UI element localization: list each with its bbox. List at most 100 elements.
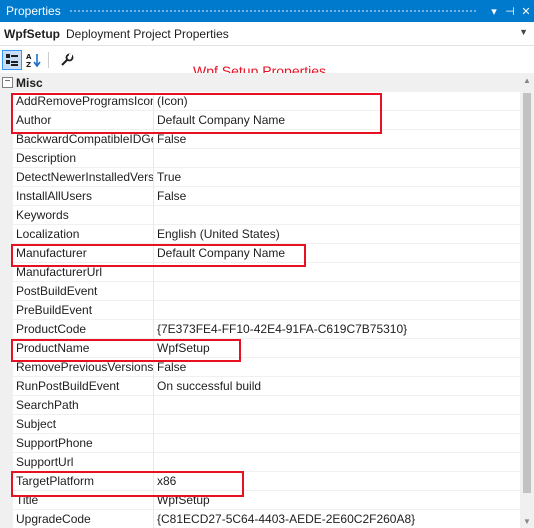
row-gutter [0,491,13,510]
window-title: Properties [6,4,61,18]
property-value[interactable] [154,149,520,168]
object-name: WpfSetup [4,26,60,41]
property-row[interactable]: BackwardCompatibleIDGenerationFalse [0,130,520,149]
property-name[interactable]: AddRemoveProgramsIcon [13,92,154,111]
property-name[interactable]: UpgradeCode [13,510,154,528]
property-name[interactable]: Localization [13,225,154,244]
alphabetical-icon[interactable]: A Z [24,50,44,70]
property-value[interactable]: Default Company Name [154,244,520,263]
property-name[interactable]: SearchPath [13,396,154,415]
vertical-scrollbar[interactable]: ▲ ▼ [520,73,534,528]
property-row[interactable]: AddRemoveProgramsIcon (Icon) [0,92,520,111]
property-row[interactable]: Description [0,149,520,168]
property-name[interactable]: TargetPlatform [13,472,154,491]
property-value[interactable] [154,263,520,282]
row-gutter [0,149,13,168]
property-value[interactable] [154,301,520,320]
svg-text:Z: Z [26,61,31,68]
row-gutter [0,415,13,434]
row-gutter [0,510,13,528]
property-value[interactable]: On successful build [154,377,520,396]
row-gutter [0,187,13,206]
property-name[interactable]: Author [13,111,154,130]
property-row[interactable]: RemovePreviousVersions False [0,358,520,377]
property-row[interactable]: Title WpfSetup [0,491,520,510]
property-row[interactable]: SupportPhone [0,434,520,453]
property-value[interactable]: Default Company Name [154,111,520,130]
property-name[interactable]: ProductName [13,339,154,358]
property-name[interactable]: Subject [13,415,154,434]
property-name[interactable]: ManufacturerUrl [13,263,154,282]
property-name[interactable]: Manufacturer [13,244,154,263]
property-row[interactable]: UpgradeCode {C81ECD27-5C64-4403-AEDE-2E60… [0,510,520,528]
property-row[interactable]: SupportUrl [0,453,520,472]
property-value[interactable] [154,453,520,472]
property-value[interactable] [154,434,520,453]
row-gutter [0,434,13,453]
scrollbar-thumb[interactable] [523,93,531,493]
categorized-icon[interactable] [2,49,22,70]
property-row[interactable]: Localization English (United States) [0,225,520,244]
property-name[interactable]: Title [13,491,154,510]
svg-text:A: A [26,53,32,61]
property-name[interactable]: SupportPhone [13,434,154,453]
property-row[interactable]: InstallAllUsers False [0,187,520,206]
property-value[interactable]: WpfSetup [154,491,520,510]
property-name[interactable]: Keywords [13,206,154,225]
property-value[interactable]: False [154,187,520,206]
property-name[interactable]: DetectNewerInstalledVersion [13,168,154,187]
property-value[interactable]: (Icon) [154,92,520,111]
property-value[interactable] [154,206,520,225]
property-value[interactable]: English (United States) [154,225,520,244]
chevron-down-icon[interactable]: ▼ [519,27,528,37]
property-pages-icon[interactable] [57,50,77,70]
property-row[interactable]: ManufacturerUrl [0,263,520,282]
property-value[interactable]: True [154,168,520,187]
property-row[interactable]: ProductCode {7E373FE4-FF10-42E4-91FA-C619… [0,320,520,339]
row-gutter [0,206,13,225]
property-value[interactable] [154,415,520,434]
property-row[interactable]: ProductName WpfSetup [0,339,520,358]
object-selector[interactable]: WpfSetup Deployment Project Properties ▼ [0,22,534,46]
property-row[interactable]: Author Default Company Name [0,111,520,130]
property-value[interactable]: x86 [154,472,520,491]
property-row[interactable]: TargetPlatform x86 [0,472,520,491]
property-value[interactable]: {7E373FE4-FF10-42E4-91FA-C619C7B75310} [154,320,520,339]
property-value[interactable]: False [154,130,520,149]
property-row[interactable]: DetectNewerInstalledVersionTrue [0,168,520,187]
row-gutter [0,225,13,244]
property-value[interactable]: WpfSetup [154,339,520,358]
property-name[interactable]: Description [13,149,154,168]
close-icon[interactable]: ✕ [518,5,534,18]
property-value[interactable] [154,396,520,415]
property-name[interactable]: PostBuildEvent [13,282,154,301]
property-row[interactable]: Keywords [0,206,520,225]
property-grid: − Misc AddRemoveProgramsIcon (Icon) Author… [0,73,520,528]
row-gutter [0,453,13,472]
property-name[interactable]: SupportUrl [13,453,154,472]
property-row[interactable]: Subject [0,415,520,434]
property-value[interactable]: {C81ECD27-5C64-4403-AEDE-2E60C2F260A8} [154,510,520,528]
row-gutter [0,301,13,320]
property-row[interactable]: SearchPath [0,396,520,415]
property-name[interactable]: PreBuildEvent [13,301,154,320]
property-name[interactable]: ProductCode [13,320,154,339]
property-value[interactable] [154,282,520,301]
window-position-dropdown-icon[interactable]: ▾ [486,5,502,18]
category-row-misc[interactable]: − Misc [0,73,520,92]
scroll-up-icon[interactable]: ▲ [523,76,531,85]
title-grip[interactable] [68,8,478,14]
property-name[interactable]: InstallAllUsers [13,187,154,206]
property-name[interactable]: RunPostBuildEvent [13,377,154,396]
property-name[interactable]: RemovePreviousVersions [13,358,154,377]
property-row[interactable]: Manufacturer Default Company Name [0,244,520,263]
scroll-down-icon[interactable]: ▼ [523,517,531,526]
property-row[interactable]: PreBuildEvent [0,301,520,320]
property-value[interactable]: False [154,358,520,377]
collapse-icon[interactable]: − [2,77,13,88]
property-name[interactable]: BackwardCompatibleIDGeneration [13,130,154,149]
property-row[interactable]: RunPostBuildEvent On successful build [0,377,520,396]
properties-title-bar: Properties ▾ ⊣ ✕ [0,0,534,22]
property-row[interactable]: PostBuildEvent [0,282,520,301]
pin-icon[interactable]: ⊣ [502,5,518,18]
